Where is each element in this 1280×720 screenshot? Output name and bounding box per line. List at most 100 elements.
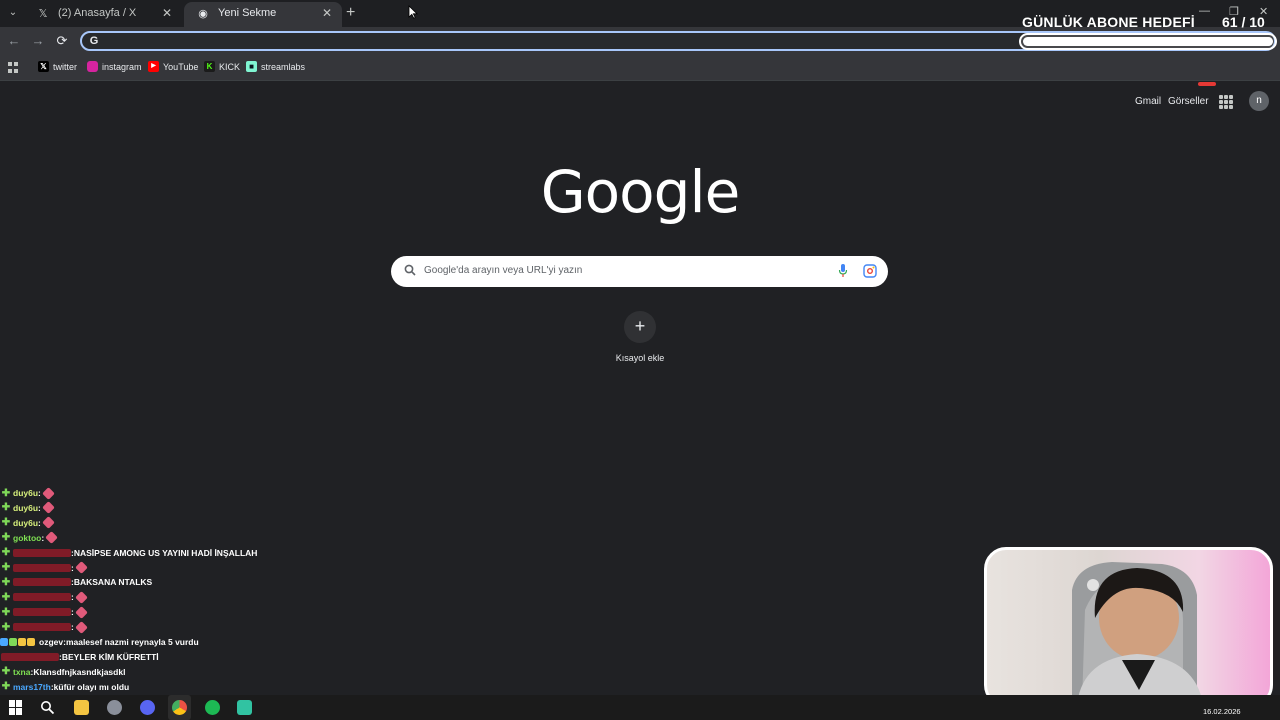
forward-button[interactable]: → [30, 33, 46, 49]
tab-close-icon[interactable]: ✕ [162, 6, 172, 20]
chat-message: ✚ goktoo : [0, 531, 59, 545]
add-shortcut-button[interactable]: + [624, 311, 656, 343]
subscriber-badge-icon: ✚ [1, 591, 11, 603]
apps-grid-icon[interactable] [8, 62, 19, 73]
chat-emote-icon [74, 561, 88, 574]
bookmarks-bar: 𝕏 twitter instagram ▶ YouTube K KICK ■ s… [0, 56, 1280, 81]
chat-username: txna [13, 666, 31, 677]
gmail-link[interactable]: Gmail [1135, 96, 1161, 107]
file-explorer-icon[interactable] [74, 700, 89, 715]
chat-message: ✚ duy6u : [0, 501, 55, 515]
taskbar-date: 16.02.2026 [1203, 707, 1241, 716]
chat-username [13, 563, 71, 572]
x-logo-icon: 𝕏 [38, 61, 49, 72]
kick-icon: K [204, 61, 215, 72]
chat-message: ✚ duy6u : [0, 486, 55, 500]
mouse-cursor-icon [408, 5, 418, 19]
goal-progress-bar [1019, 33, 1277, 50]
bookmark-label: YouTube [163, 61, 199, 72]
subscriber-badge-icon: ✚ [1, 517, 11, 529]
google-apps-icon[interactable] [1219, 95, 1233, 109]
webcam-overlay [984, 547, 1273, 707]
chat-message: ✚ : [0, 561, 88, 575]
chat-text: küfür olayı mı oldu [53, 681, 130, 692]
chat-separator: : [71, 592, 74, 603]
back-button[interactable]: ← [6, 33, 22, 49]
new-tab-button[interactable]: + [346, 4, 355, 22]
tab-search-chevron-icon[interactable]: ⌄ [4, 4, 22, 22]
chat-message: ✚ : [0, 620, 88, 634]
streamlabs-icon: ■ [246, 61, 257, 72]
chat-message: ✚ : BAKSANA NTALKS [0, 575, 152, 589]
tab-x-home[interactable]: 𝕏 (2) Anasayfa / X ✕ [24, 2, 182, 27]
spotify-icon[interactable] [205, 700, 220, 715]
discord-icon[interactable] [140, 700, 155, 715]
chat-emote-icon [42, 486, 55, 500]
microphone-icon[interactable] [838, 263, 848, 279]
chat-text: BEYLER KİM KÜFRETTİ [61, 651, 159, 662]
add-shortcut-label: Kısayol ekle [615, 353, 665, 363]
bookmark-label: KICK [219, 61, 241, 72]
tab-new-tab[interactable]: ◉ Yeni Sekme ✕ [184, 2, 342, 27]
chat-emote-icon [74, 620, 88, 634]
search-icon [404, 264, 416, 276]
chat-text: NASİPSE AMONG US YAYINI HADİ İNŞALLAH [73, 547, 258, 558]
google-lens-icon[interactable] [863, 264, 877, 278]
tab-label: Yeni Sekme [218, 7, 277, 19]
streamlabs-icon[interactable] [237, 700, 252, 715]
chat-separator: : [38, 517, 41, 528]
chat-emote-icon [45, 531, 59, 545]
chat-username [13, 608, 71, 617]
chat-separator: : [41, 532, 45, 543]
chat-username: duy6u [13, 517, 39, 528]
subscriber-badge-icon: ✚ [1, 621, 11, 633]
images-link[interactable]: Görseller [1168, 96, 1209, 107]
chat-emote-icon [74, 605, 88, 619]
account-avatar[interactable]: n [1249, 91, 1269, 111]
active-app-indicator [168, 695, 191, 720]
bookmark-label: streamlabs [261, 61, 306, 72]
chat-username: mars17th [13, 681, 51, 692]
chat-username [13, 623, 71, 632]
chat-username [13, 578, 71, 587]
bookmark-youtube[interactable]: ▶ YouTube [148, 61, 198, 72]
subscriber-badge-icon: ✚ [1, 681, 11, 693]
google-logo: Google [540, 158, 741, 226]
chat-separator: : [71, 607, 74, 618]
chat-badges-icon [0, 638, 35, 646]
chat-separator: : [71, 562, 74, 573]
google-search-box[interactable]: Google'da arayın veya URL'yi yazın [391, 256, 888, 287]
app-icon[interactable] [107, 700, 122, 715]
bookmark-kick[interactable]: K KICK [204, 61, 240, 72]
bookmark-twitter[interactable]: 𝕏 twitter [38, 61, 77, 72]
bookmark-label: instagram [102, 61, 142, 72]
reload-button[interactable]: ⟳ [54, 33, 70, 49]
search-placeholder: Google'da arayın veya URL'yi yazın [424, 265, 583, 276]
goal-progress-fill [1023, 37, 1273, 46]
chat-emote-icon [42, 516, 55, 530]
subscriber-badge-icon: ✚ [1, 532, 11, 544]
red-indicator [1198, 82, 1216, 86]
subscriber-badge-icon: ✚ [1, 502, 11, 514]
minimize-icon[interactable]: — [1199, 5, 1210, 17]
chat-message: ✚ : [0, 605, 88, 619]
chat-emote-icon [74, 590, 88, 604]
tab-close-icon[interactable]: ✕ [322, 6, 332, 20]
search-icon[interactable] [40, 700, 55, 715]
chat-text: maalesef nazmi reynayla 5 vurdu [65, 637, 199, 647]
chat-username [1, 652, 59, 661]
chat-username: duy6u [13, 488, 39, 498]
subscriber-badge-icon: ✚ [1, 562, 11, 573]
chat-username [13, 593, 71, 602]
chat-message: ozgev : maalesef nazmi reynayla 5 vurdu [0, 635, 199, 649]
chat-message: : BEYLER KİM KÜFRETTİ [0, 650, 159, 664]
x-logo-icon: 𝕏 [38, 8, 48, 20]
chat-message: ✚ mars17th : küfür olayı mı oldu [0, 680, 129, 694]
bookmark-instagram[interactable]: instagram [87, 61, 142, 72]
windows-start-icon[interactable] [9, 700, 24, 715]
bookmark-streamlabs[interactable]: ■ streamlabs [246, 61, 305, 72]
chat-separator: : [38, 488, 41, 498]
subscriber-badge-icon: ✚ [1, 666, 11, 678]
chat-text: BAKSANA NTALKS [73, 577, 153, 588]
chat-emote-icon [42, 501, 55, 515]
